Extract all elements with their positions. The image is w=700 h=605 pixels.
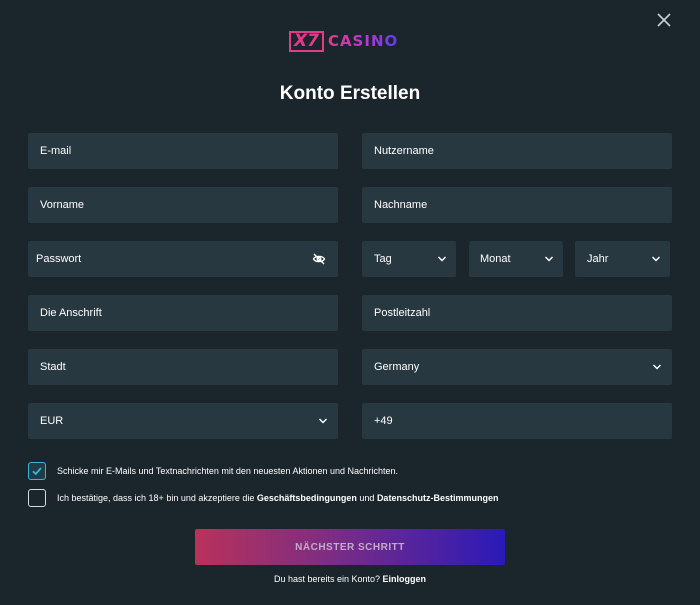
check-icon — [32, 467, 42, 476]
logo-mark-box: X7 — [289, 31, 324, 52]
currency-value: EUR — [40, 415, 64, 427]
birth-month-select[interactable]: Monat — [469, 241, 563, 277]
casino-logo: X7 CASINO — [289, 29, 411, 54]
chevron-down-icon — [652, 256, 660, 262]
privacy-link[interactable]: Datenschutz-Bestimmungen — [377, 493, 499, 503]
postal-code-field[interactable]: Postleitzahl — [362, 295, 672, 331]
birth-month-label: Monat — [480, 253, 511, 265]
terms-consent-text: Ich bestätige, dass ich 18+ bin und akze… — [57, 493, 498, 503]
phone-field[interactable]: +49 — [362, 403, 672, 439]
login-prompt-text: Du hast bereits ein Konto? — [273, 574, 383, 584]
country-select[interactable]: Germany — [362, 349, 672, 385]
password-placeholder: Passwort — [36, 253, 82, 265]
birth-day-label: Tag — [374, 253, 392, 265]
eye-off-icon[interactable] — [312, 252, 326, 266]
chevron-down-icon — [438, 256, 446, 262]
terms-consent-row: Ich bestätige, dass ich 18+ bin und akze… — [28, 489, 498, 507]
first-name-field[interactable]: Vorname — [28, 187, 338, 223]
logo-word: CASINO — [327, 32, 399, 50]
username-field[interactable]: Nutzername — [362, 133, 672, 169]
close-icon — [657, 13, 671, 27]
close-button[interactable] — [655, 11, 673, 29]
chevron-down-icon — [653, 364, 661, 370]
first-name-placeholder: Vorname — [40, 199, 85, 211]
email-field[interactable]: E-mail — [28, 133, 338, 169]
phone-prefix: +49 — [374, 415, 393, 427]
address-placeholder: Die Anschrift — [40, 307, 102, 319]
country-value: Germany — [374, 361, 420, 373]
username-placeholder: Nutzername — [374, 145, 434, 157]
birth-year-select[interactable]: Jahr — [575, 241, 670, 277]
terms-link[interactable]: Geschäftsbedingungen — [257, 493, 357, 503]
birth-day-select[interactable]: Tag — [362, 241, 456, 277]
terms-consent-checkbox[interactable] — [28, 489, 46, 507]
password-field[interactable]: Passwort — [28, 241, 338, 277]
registration-modal: X7 CASINO Konto Erstellen E-mail Nutzern… — [0, 0, 700, 605]
marketing-consent-row: Schicke mir E-Mails und Textnachrichten … — [28, 462, 398, 480]
next-step-button[interactable]: NÄCHSTER SCHRITT — [195, 529, 505, 565]
login-link[interactable]: Einloggen — [383, 574, 427, 584]
page-title: Konto Erstellen — [279, 83, 421, 104]
marketing-consent-checkbox[interactable] — [28, 462, 46, 480]
last-name-placeholder: Nachname — [374, 199, 428, 211]
postal-code-placeholder: Postleitzahl — [374, 307, 431, 319]
terms-middle: und — [356, 493, 377, 503]
login-prompt: Du hast bereits ein Konto? Einloggen — [0, 574, 700, 584]
last-name-field[interactable]: Nachname — [362, 187, 672, 223]
currency-select[interactable]: EUR — [28, 403, 338, 439]
birth-year-label: Jahr — [587, 253, 609, 265]
email-placeholder: E-mail — [40, 145, 72, 157]
chevron-down-icon — [319, 418, 327, 424]
chevron-down-icon — [545, 256, 553, 262]
city-placeholder: Stadt — [40, 361, 66, 373]
marketing-consent-text: Schicke mir E-Mails und Textnachrichten … — [57, 466, 399, 476]
logo-mark: X7 — [294, 31, 319, 51]
city-field[interactable]: Stadt — [28, 349, 338, 385]
address-field[interactable]: Die Anschrift — [28, 295, 338, 331]
terms-prefix: Ich bestätige, dass ich 18+ bin und akze… — [57, 493, 257, 503]
